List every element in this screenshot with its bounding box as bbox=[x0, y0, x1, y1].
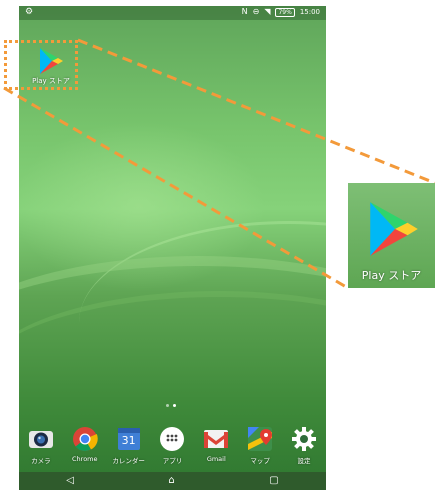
notification-icon: ⚙ bbox=[25, 7, 34, 17]
page-dot-active bbox=[173, 404, 176, 407]
back-icon[interactable]: ◁ bbox=[66, 476, 74, 486]
dock-calendar-label: カレンダー bbox=[112, 457, 145, 465]
wifi-icon: ◥ bbox=[264, 7, 271, 16]
dock-gmail-label: Gmail bbox=[206, 455, 226, 463]
dock-chrome-label: Chrome bbox=[72, 455, 98, 463]
battery-indicator: 79% bbox=[275, 7, 295, 17]
dock-app-drawer-label: アプリ bbox=[162, 457, 183, 465]
gmail-icon bbox=[203, 426, 229, 452]
home-icon[interactable]: ⌂ bbox=[168, 476, 174, 486]
zoom-callout-panel: Play ストア bbox=[348, 183, 435, 288]
dock-gmail[interactable]: Gmail bbox=[196, 421, 236, 471]
dock-maps-label: マップ bbox=[250, 457, 270, 465]
calendar-date: 31 bbox=[121, 434, 136, 447]
dock: カメラ Chrome 31 カレンダー アプリ Gmail マップ 設定 bbox=[19, 421, 326, 471]
highlight-box bbox=[4, 40, 78, 90]
page-dot bbox=[166, 404, 169, 407]
dock-settings[interactable]: 設定 bbox=[284, 421, 324, 471]
nfc-icon: N bbox=[241, 7, 248, 16]
dock-camera-label: カメラ bbox=[31, 457, 51, 465]
page-indicator bbox=[166, 404, 176, 407]
status-bar: ⚙ N ⊖ ◥ 79% 15:00 bbox=[19, 6, 326, 20]
app-drawer-icon bbox=[159, 426, 185, 452]
maps-icon bbox=[247, 426, 273, 452]
chrome-icon bbox=[72, 426, 98, 452]
dock-app-drawer[interactable]: アプリ bbox=[152, 421, 192, 471]
dock-maps[interactable]: マップ bbox=[240, 421, 280, 471]
dock-chrome[interactable]: Chrome bbox=[65, 421, 105, 471]
do-not-disturb-icon: ⊖ bbox=[252, 7, 260, 16]
dock-settings-label: 設定 bbox=[297, 457, 311, 465]
zoom-callout-label: Play ストア bbox=[361, 269, 422, 282]
play-store-icon bbox=[370, 202, 418, 256]
status-indicators: N ⊖ ◥ 79% 15:00 bbox=[242, 7, 320, 17]
status-time: 15:00 bbox=[299, 8, 320, 16]
settings-gear-icon bbox=[291, 426, 317, 452]
dock-camera[interactable]: カメラ bbox=[21, 421, 61, 471]
navigation-bar: ◁ ⌂ ▢ bbox=[19, 472, 326, 490]
calendar-icon: 31 bbox=[116, 426, 142, 452]
dock-calendar[interactable]: 31 カレンダー bbox=[109, 421, 149, 471]
recents-icon[interactable]: ▢ bbox=[269, 476, 278, 486]
camera-icon bbox=[28, 426, 54, 452]
